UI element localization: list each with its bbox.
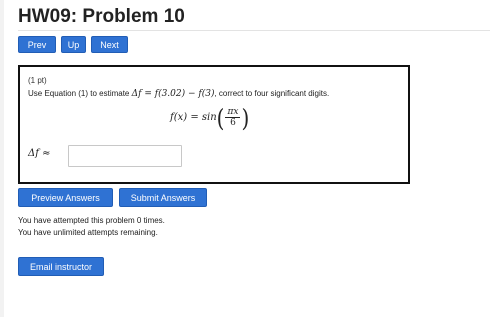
formula-fraction: πx 6 (225, 107, 241, 128)
statement-expression: = f(3.02) − f(3) (141, 89, 215, 99)
fraction-numerator: πx (227, 107, 239, 117)
prev-button[interactable]: Prev (18, 36, 56, 53)
answer-label: Δf ≈ (28, 148, 51, 159)
title-divider (18, 30, 490, 31)
up-button[interactable]: Up (61, 36, 86, 53)
page-left-gutter (0, 0, 4, 317)
problem-box: (1 pt) Use Equation (1) to estimate Δf =… (18, 65, 410, 184)
answer-row: Δf ≈ (28, 145, 182, 167)
statement-suffix: , correct to four significant digits. (214, 89, 330, 98)
email-instructor-button[interactable]: Email instructor (18, 257, 104, 276)
preview-answers-button[interactable]: Preview Answers (18, 188, 113, 207)
next-button[interactable]: Next (91, 36, 128, 53)
problem-statement: Use Equation (1) to estimate Δf = f(3.02… (28, 89, 329, 99)
statement-delta-f: Δf (131, 89, 142, 99)
fraction-denominator: 6 (230, 118, 236, 128)
formula-lhs: f(x) = sin (170, 112, 217, 123)
formula-right-paren: ) (241, 103, 250, 132)
attempts-status: You have attempted this problem 0 times. (18, 216, 165, 225)
submit-answers-button[interactable]: Submit Answers (119, 188, 207, 207)
answer-input[interactable] (68, 145, 182, 167)
problem-points: (1 pt) (28, 76, 47, 85)
formula-left-paren: ( (216, 103, 225, 132)
page-title: HW09: Problem 10 (18, 6, 185, 27)
statement-prefix: Use Equation (1) to estimate (28, 89, 130, 98)
function-formula: f(x) = sin ( πx 6 ) (170, 103, 250, 132)
remaining-status: You have unlimited attempts remaining. (18, 228, 158, 237)
